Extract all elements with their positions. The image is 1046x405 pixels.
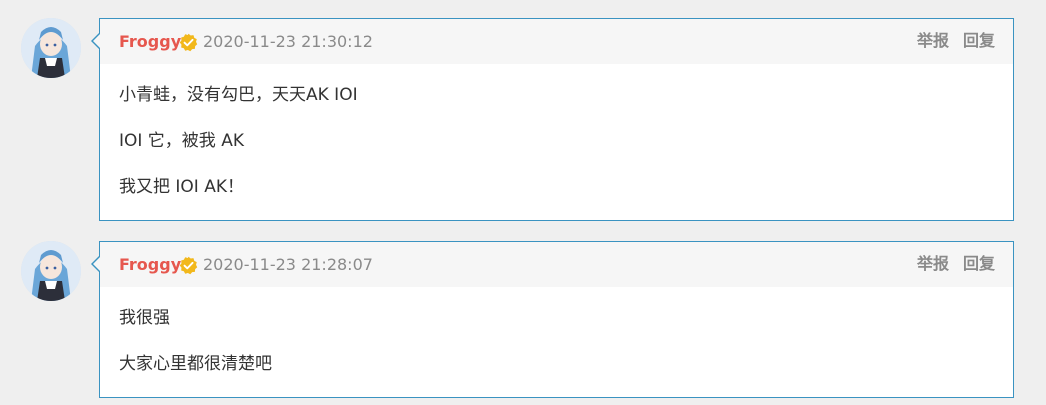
comment-pointer-inner [93,34,100,48]
comment-line: IOI 它，被我 AK [119,131,244,151]
comment-line: 我很强 [119,308,170,328]
report-button[interactable]: 举报 [917,31,949,50]
avatar[interactable] [21,18,81,78]
comment-box: Froggy 2020-11-23 21:30:12 举报 回复 小青蛙，没有勾巴… [91,18,1014,221]
comment-actions: 举报 回复 [903,31,995,51]
report-button[interactable]: 举报 [917,254,949,273]
comment-line: 大家心里都很清楚吧 [119,354,272,374]
comment-body: 我很强 大家心里都很清楚吧 [100,287,1013,374]
comment-body: 小青蛙，没有勾巴，天天AK IOI IOI 它，被我 AK 我又把 IOI AK… [100,64,1013,197]
username-link[interactable]: Froggy [119,255,181,275]
verified-check-badge-icon [179,33,198,52]
reply-button[interactable]: 回复 [963,31,995,50]
reply-button[interactable]: 回复 [963,254,995,273]
comment-actions: 举报 回复 [903,254,995,274]
comment-list: Froggy 2020-11-23 21:30:12 举报 回复 小青蛙，没有勾巴… [0,0,1046,405]
comment-timestamp: 2020-11-23 21:30:12 [203,32,373,51]
comment-timestamp: 2020-11-23 21:28:07 [203,255,373,274]
avatar-image [21,241,81,301]
username-link[interactable]: Froggy [119,32,181,52]
avatar-image [21,18,81,78]
comment-pointer-inner [93,257,100,271]
comment-header: Froggy 2020-11-23 21:30:12 举报 回复 [100,19,1013,64]
comment-header: Froggy 2020-11-23 21:28:07 举报 回复 [100,242,1013,287]
comment-line: 小青蛙，没有勾巴，天天AK IOI [119,85,358,105]
comment-line: 我又把 IOI AK！ [119,177,244,197]
verified-check-badge-icon [179,256,198,275]
avatar[interactable] [21,241,81,301]
comment-box: Froggy 2020-11-23 21:28:07 举报 回复 我很强 大家心里… [91,241,1014,398]
